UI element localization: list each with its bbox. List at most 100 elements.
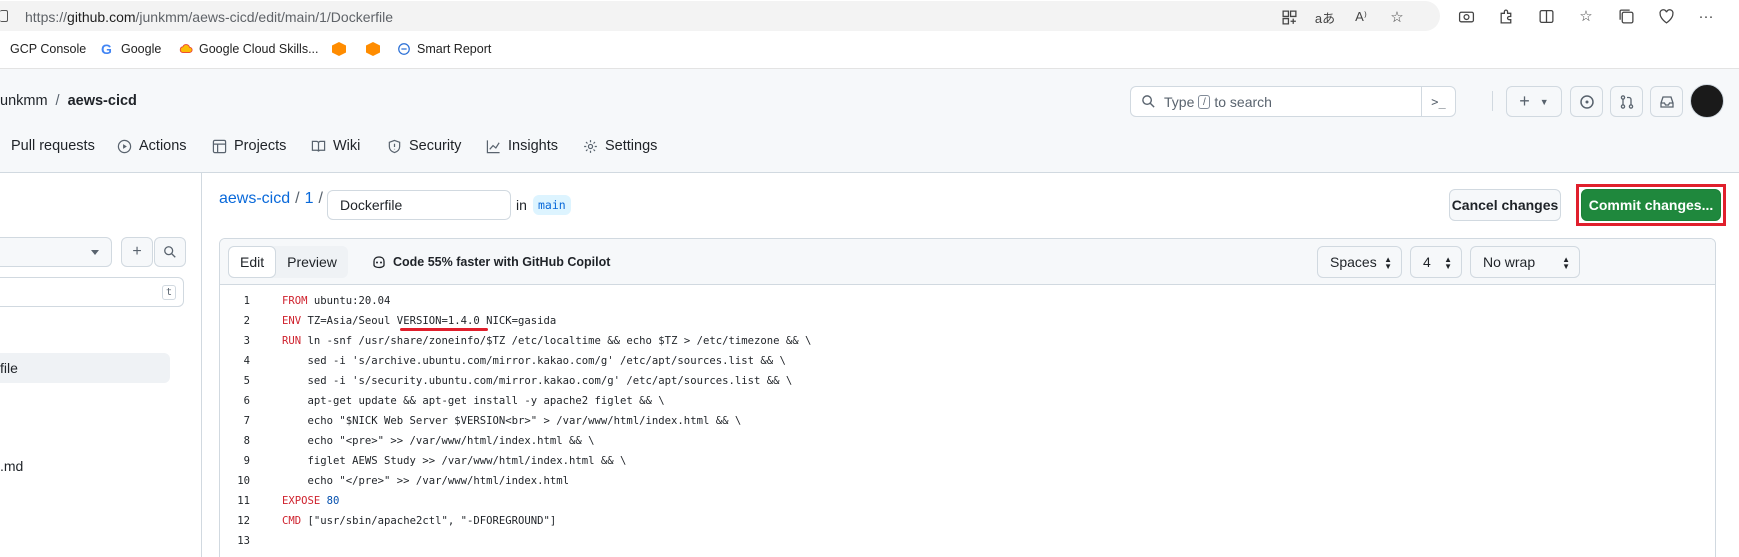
favorite-star-icon[interactable]: ☆ xyxy=(1386,6,1408,28)
filename-input[interactable]: Dockerfile xyxy=(327,190,511,220)
book-icon xyxy=(310,138,326,154)
folder-link[interactable]: 1 xyxy=(305,190,314,208)
camera-icon[interactable] xyxy=(1455,5,1477,27)
in-label: in xyxy=(516,197,527,213)
tab-insights[interactable]: Insights xyxy=(485,138,558,154)
code-line: 6 apt-get update && apt-get install -y a… xyxy=(243,395,665,407)
tab-projects[interactable]: Projects xyxy=(211,138,286,154)
repo-root-link[interactable]: aews-cicd xyxy=(219,190,290,208)
tree-item-readme[interactable]: .md xyxy=(0,458,23,474)
address-bar[interactable]: https://github.com/junkmm/aews-cicd/edit… xyxy=(0,1,1440,31)
copilot-icon xyxy=(371,254,387,270)
code-line: 3 RUN ln -snf /usr/share/zoneinfo/$TZ /e… xyxy=(243,335,812,347)
tab-pull-requests[interactable]: Pull requests xyxy=(0,138,95,154)
cancel-changes-button[interactable]: Cancel changes xyxy=(1449,189,1561,221)
version-annotation-underline xyxy=(400,328,488,331)
avatar[interactable] xyxy=(1690,84,1724,118)
code-line: 5 sed -i 's/security.ubuntu.com/mirror.k… xyxy=(243,375,793,387)
chevron-down-icon: ▼ xyxy=(1539,96,1549,107)
commit-changes-button[interactable]: Commit changes... xyxy=(1581,189,1721,221)
copilot-promo[interactable]: Code 55% faster with GitHub Copilot xyxy=(371,254,610,270)
inbox-icon xyxy=(1659,95,1674,108)
editor-toolbar: Edit Preview Code 55% faster with GitHub… xyxy=(220,239,1715,285)
search-icon xyxy=(164,246,176,258)
app-available-icon[interactable] xyxy=(1278,6,1300,28)
branch-badge: main xyxy=(533,195,571,215)
repo-link[interactable]: aews-cicd xyxy=(68,93,137,109)
pull-requests-button[interactable] xyxy=(1610,86,1643,117)
code-line: 8 echo "<pre>" >> /var/www/html/index.ht… xyxy=(243,435,595,447)
select-arrows-icon: ▲ ▼ xyxy=(1562,255,1570,271)
tree-item-dockerfile[interactable]: file xyxy=(0,353,170,383)
gear-icon xyxy=(582,138,598,154)
lock-icon xyxy=(0,10,8,22)
collections-icon[interactable] xyxy=(1615,5,1637,27)
tab-preview[interactable]: Preview xyxy=(276,246,348,278)
edit-preview-toggle: Edit Preview xyxy=(228,246,348,278)
shield-icon xyxy=(386,138,402,154)
extensions-puzzle-icon[interactable] xyxy=(1495,5,1517,27)
browser-toolbar: https://github.com/junkmm/aews-cicd/edit… xyxy=(0,0,1739,32)
play-icon xyxy=(116,138,132,154)
file-filter-input[interactable]: t xyxy=(0,277,184,307)
translate-icon[interactable]: aあ xyxy=(1314,6,1336,28)
inbox-button[interactable] xyxy=(1650,86,1683,117)
search-input[interactable]: Type / to search >_ xyxy=(1130,86,1456,117)
more-menu-icon[interactable]: ··· xyxy=(1695,5,1717,27)
wrap-mode-select[interactable]: No wrap ▲ ▼ xyxy=(1470,246,1580,278)
tab-security[interactable]: Security xyxy=(386,138,461,154)
tab-settings[interactable]: Settings xyxy=(582,138,657,154)
tab-wiki[interactable]: Wiki xyxy=(310,138,360,154)
read-aloud-icon[interactable]: A⁾ xyxy=(1350,6,1372,28)
google-icon: G xyxy=(101,41,112,57)
command-palette-icon[interactable]: >_ xyxy=(1421,87,1455,116)
code-line: 12 CMD ["usr/sbin/apache2ctl", "-DFOREGR… xyxy=(237,515,557,527)
code-line: 2 ENV TZ=Asia/Seoul VERSION=1.4.0 NICK=g… xyxy=(243,315,557,327)
table-icon xyxy=(211,138,227,154)
search-files-button[interactable] xyxy=(154,237,186,267)
google-cloud-icon xyxy=(179,42,193,56)
branch-selector[interactable] xyxy=(0,237,112,267)
select-arrows-icon: ▲ ▼ xyxy=(1444,255,1452,271)
file-tree-sidebar: + t file .md xyxy=(0,173,202,557)
orange-cube-icon xyxy=(332,42,346,56)
gcp-icon xyxy=(0,42,4,56)
header-divider xyxy=(1492,91,1493,111)
code-line: 13 xyxy=(237,535,250,547)
bookmarks-bar: GCP Console G Google Google Cloud Skills… xyxy=(0,38,1739,64)
code-line: 9 figlet AEWS Study >> /var/www/html/ind… xyxy=(243,455,627,467)
bookmark-google[interactable]: G Google xyxy=(101,42,161,56)
bookmark-smart-report[interactable]: Smart Report xyxy=(397,42,491,56)
code-editor: Edit Preview Code 55% faster with GitHub… xyxy=(219,238,1716,557)
url-text: https://github.com/junkmm/aews-cicd/edit… xyxy=(25,9,394,25)
bookmark-orange-1[interactable] xyxy=(332,42,346,56)
code-line: 4 sed -i 's/archive.ubuntu.com/mirror.ka… xyxy=(243,355,786,367)
bookmark-google-cloud-skills[interactable]: Google Cloud Skills... xyxy=(179,42,319,56)
code-line: 7 echo "$NICK Web Server $VERSION<br>" >… xyxy=(243,415,742,427)
owner-link[interactable]: unkmm xyxy=(0,93,48,109)
bookmark-orange-2[interactable] xyxy=(366,42,380,56)
indent-size-select[interactable]: 4 ▲ ▼ xyxy=(1410,246,1462,278)
orange-cube-icon xyxy=(366,42,380,56)
tab-edit[interactable]: Edit xyxy=(228,246,277,278)
smart-report-icon xyxy=(397,42,411,56)
file-path-breadcrumb: aews-cicd / 1 / xyxy=(219,190,323,208)
issue-icon xyxy=(1579,94,1594,109)
bookmark-gcp-console[interactable]: GCP Console xyxy=(0,42,86,56)
github-header xyxy=(0,69,1739,173)
create-new-button[interactable]: + ▼ xyxy=(1506,86,1562,117)
chevron-down-icon xyxy=(91,250,99,255)
issues-button[interactable] xyxy=(1570,86,1603,117)
split-screen-icon[interactable] xyxy=(1535,5,1557,27)
plus-icon: + xyxy=(132,243,142,260)
favorites-list-icon[interactable]: ☆ xyxy=(1575,5,1597,27)
code-line: 1 FROM ubuntu:20.04 xyxy=(243,295,391,307)
add-file-button[interactable]: + xyxy=(121,237,153,267)
repo-breadcrumb: unkmm / aews-cicd xyxy=(0,93,137,109)
tab-actions[interactable]: Actions xyxy=(116,138,187,154)
indent-mode-select[interactable]: Spaces ▲ ▼ xyxy=(1317,246,1402,278)
plus-icon: + xyxy=(1519,91,1530,111)
browser-essentials-icon[interactable] xyxy=(1655,5,1677,27)
select-arrows-icon: ▲ ▼ xyxy=(1384,255,1392,271)
code-line: 11 EXPOSE 80 xyxy=(237,495,340,507)
